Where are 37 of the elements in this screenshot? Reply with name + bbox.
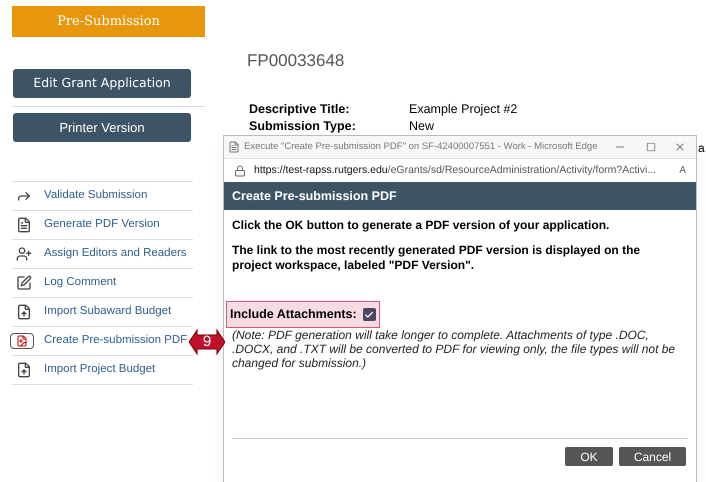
activity-link[interactable]: Assign Editors and Readers bbox=[44, 245, 187, 263]
project-id: FP00033648 bbox=[247, 50, 346, 72]
activity-link[interactable]: Generate PDF Version bbox=[44, 216, 160, 234]
activity-link[interactable]: Import Subaward Budget bbox=[44, 303, 172, 321]
include-checkbox[interactable] bbox=[362, 308, 376, 321]
instruction-text: The link to the most recently generated PDF version is displayed on the project workspace, labeled "PDF Version". bbox=[232, 243, 642, 273]
document-icon bbox=[16, 217, 32, 233]
activity-link[interactable]: Create Pre-submission PDF bbox=[44, 332, 188, 350]
option-label: Include Attachments: bbox=[230, 306, 357, 324]
activity-link[interactable]: Import Project Budget bbox=[44, 361, 156, 379]
field-label: Descriptive Title: bbox=[249, 100, 351, 118]
background-text: a bbox=[698, 140, 705, 157]
activity-link[interactable]: Validate Submission bbox=[44, 187, 148, 205]
close-icon[interactable] bbox=[674, 141, 686, 153]
ok-button[interactable]: OK bbox=[565, 447, 613, 466]
edit-icon bbox=[16, 275, 32, 291]
dialog-header: Create Pre-submission PDF bbox=[224, 182, 696, 210]
field-label: Submission Type: bbox=[249, 118, 357, 134]
upload-file-icon bbox=[16, 362, 32, 378]
cancel-button[interactable]: Cancel bbox=[619, 447, 686, 466]
read-aloud-icon[interactable]: A bbox=[679, 163, 686, 178]
field-value: Example Project #2 bbox=[409, 100, 518, 118]
pdf-file-icon bbox=[10, 333, 34, 349]
page-icon bbox=[228, 141, 240, 153]
upload-file-icon bbox=[16, 304, 32, 320]
note-text: (Note: PDF generation will take longer to complete. Attachments of type .DOC, .DOCX, and .TXT will be converted to PDF for viewing only, the file types will not be changed for submission.) bbox=[232, 328, 676, 370]
instruction-text: Click the OK button to generate a PDF version of your application. bbox=[232, 218, 610, 233]
add-user-icon bbox=[16, 246, 32, 262]
printer-version-button[interactable]: Printer Version bbox=[13, 113, 191, 142]
lock-icon bbox=[234, 164, 246, 176]
field-value: New bbox=[409, 118, 434, 134]
activity-link[interactable]: Log Comment bbox=[44, 274, 116, 292]
callout-number: 9 bbox=[202, 332, 212, 352]
maximize-icon[interactable] bbox=[646, 142, 656, 152]
address-bar[interactable]: https://test-rapss.rutgers.edu/eGrants/sd/ResourceAdministration/Activity/form?Activi... bbox=[254, 162, 672, 178]
window-title: Execute "Create Pre-submission PDF" on SF-42400007551 - Work - Microsoft Edge bbox=[244, 140, 598, 154]
edit-application-button[interactable]: Edit Grant Application bbox=[13, 69, 191, 98]
